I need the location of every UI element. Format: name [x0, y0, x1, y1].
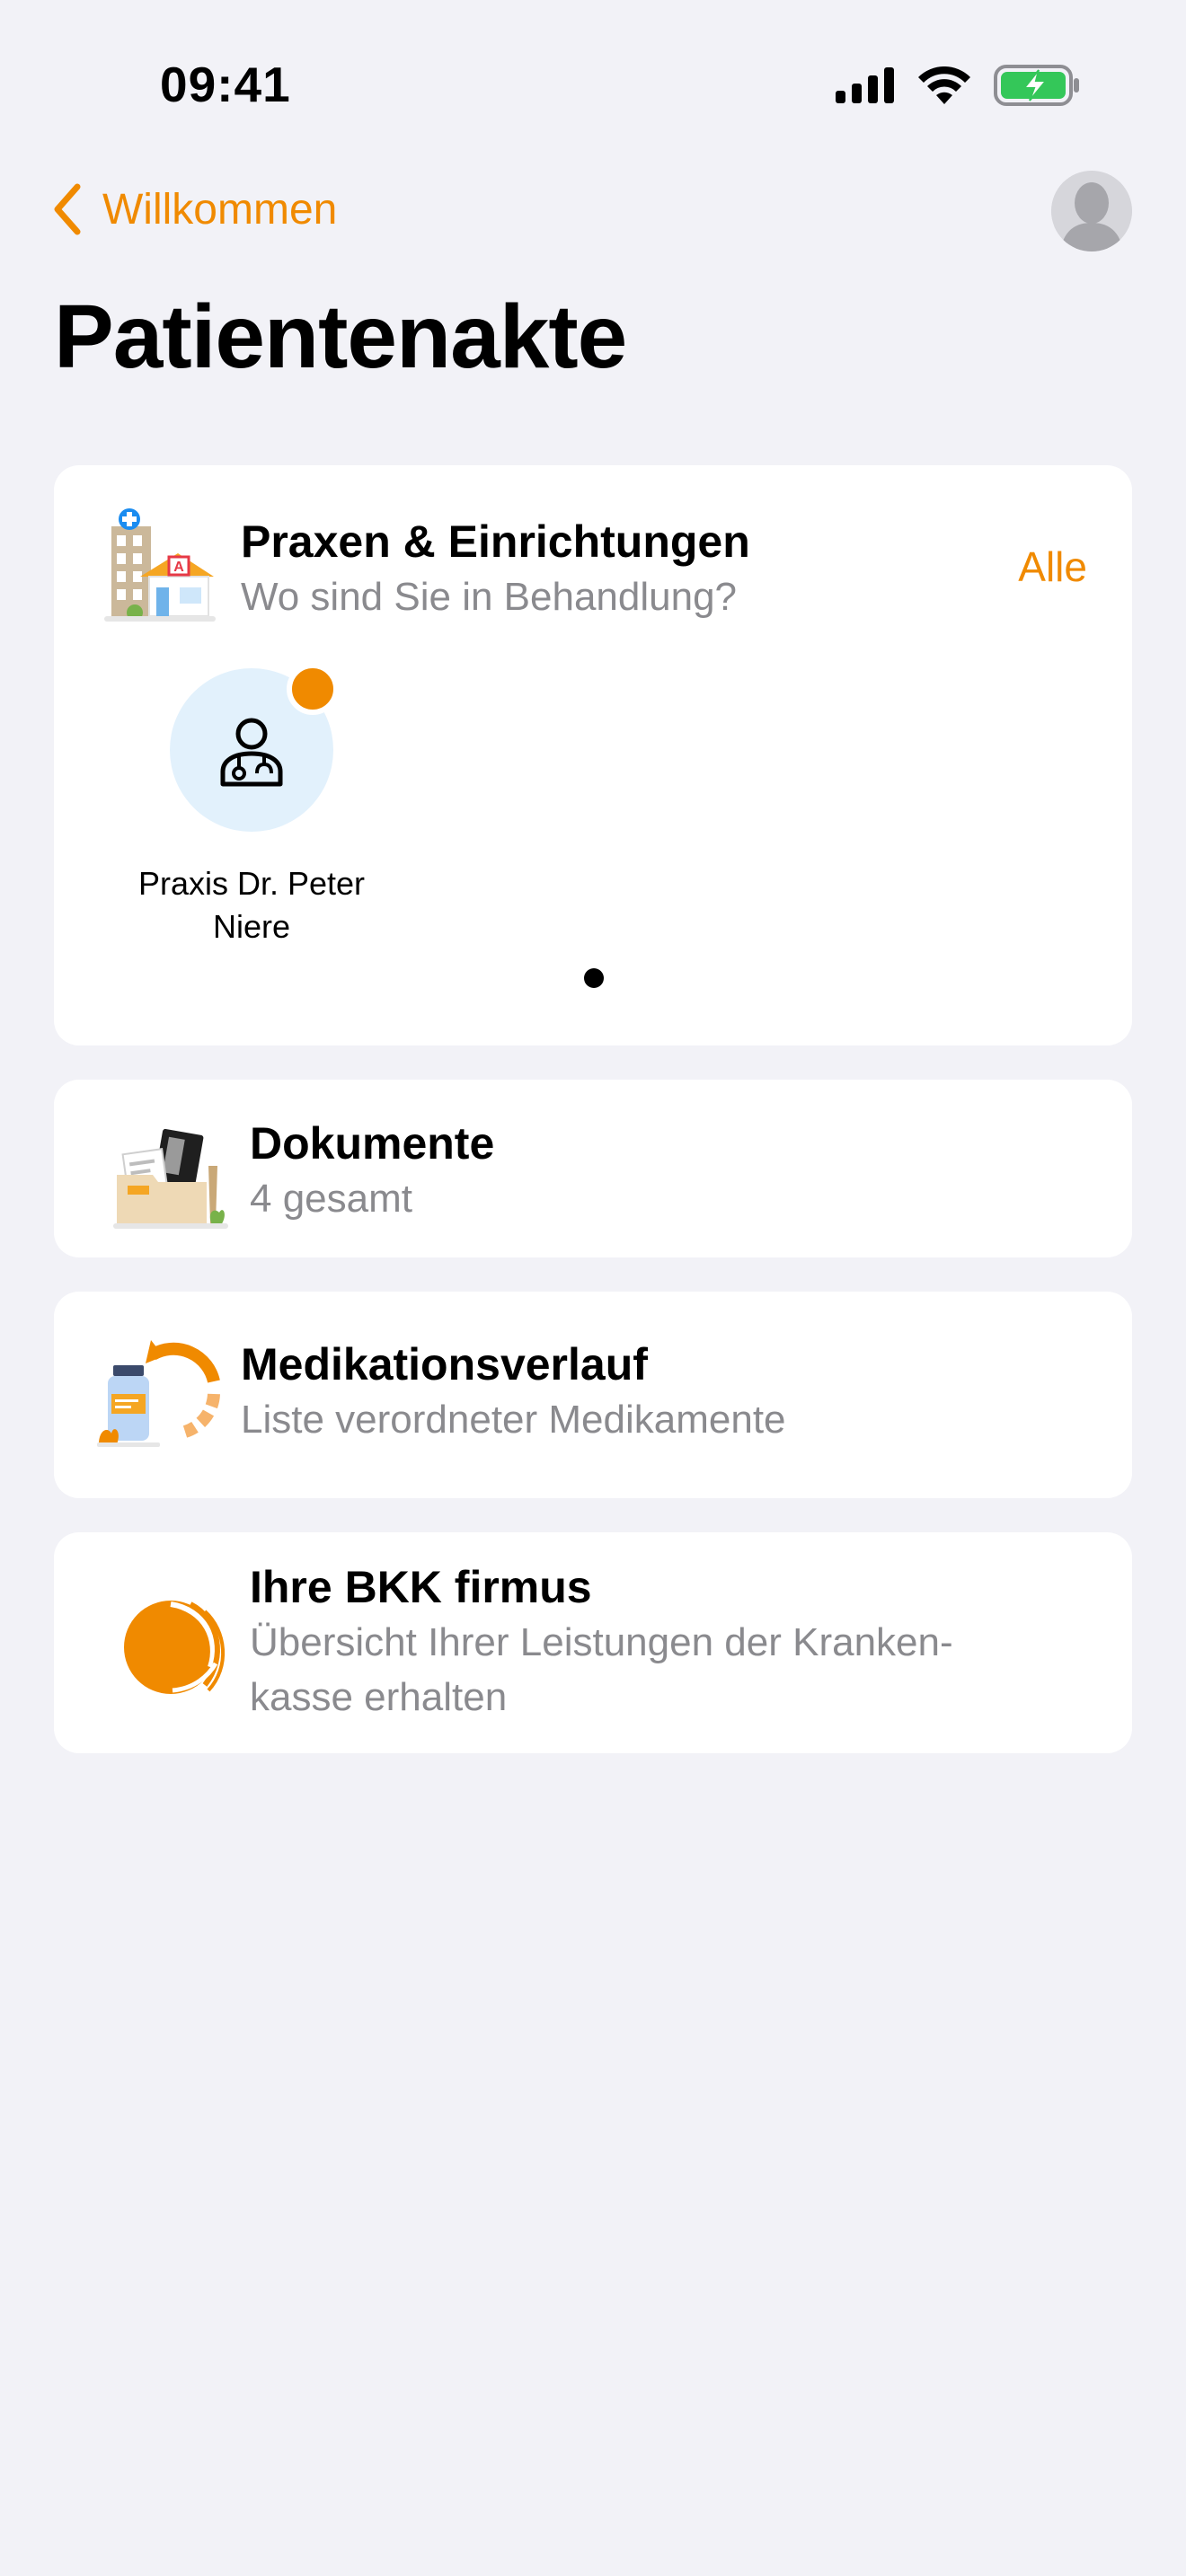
wifi-icon: [918, 66, 970, 104]
status-time: 09:41: [160, 57, 291, 112]
back-label: Willkommen: [102, 185, 338, 234]
medication-title: Medikationsverlauf: [241, 1339, 648, 1389]
bkk-subtitle-line2: kasse erhalten: [250, 1675, 508, 1719]
bkk-title: Ihre BKK firmus: [250, 1562, 592, 1612]
bkk-subtitle-line1: Übersicht Ihrer Leistungen der Kranken-: [250, 1620, 953, 1664]
medication-card[interactable]: Medikationsverlauf Liste verordneter Med…: [54, 1292, 1132, 1498]
bkk-firmus-logo-icon: [124, 1601, 226, 1694]
status-icons: [836, 65, 1080, 106]
documents-card[interactable]: Dokumente 4 gesamt: [54, 1080, 1132, 1257]
page-title: Patientenakte: [54, 287, 627, 387]
documents-count: 4 gesamt: [250, 1177, 412, 1221]
page-indicator-dot[interactable]: [584, 968, 604, 988]
document-folder-icon: [113, 1128, 228, 1229]
medication-subtitle: Liste verordneter Medikamente: [241, 1398, 786, 1442]
back-button[interactable]: Willkommen: [52, 183, 337, 235]
medication-history-icon: [97, 1340, 220, 1447]
profile-avatar-button[interactable]: [1051, 171, 1132, 251]
battery-charging-icon: [994, 65, 1079, 106]
bkk-card[interactable]: Ihre BKK firmus Übersicht Ihrer Leistung…: [54, 1532, 1132, 1753]
doctor-icon: [220, 718, 283, 787]
practice-name: Praxis Dr. Peter Niere: [137, 865, 366, 945]
praxen-subtitle: Wo sind Sie in Behandlung?: [241, 575, 738, 619]
documents-title: Dokumente: [250, 1118, 495, 1169]
user-avatar-icon: [1051, 171, 1132, 251]
practice-item[interactable]: Praxis Dr. Peter Niere: [126, 663, 377, 948]
notification-badge: [287, 663, 339, 715]
praxen-card: A Praxen & Einrichtungen Wo sind Sie in …: [54, 465, 1132, 1045]
alle-link[interactable]: Alle: [1018, 543, 1087, 591]
clinic-building-icon: A: [104, 508, 216, 622]
status-bar: 09:41: [0, 0, 1186, 171]
chevron-left-icon: [54, 183, 81, 235]
praxen-title: Praxen & Einrichtungen: [241, 516, 750, 567]
signal-icon: [836, 67, 894, 103]
practice-avatar: [170, 663, 339, 832]
svg-text:A: A: [173, 560, 184, 575]
